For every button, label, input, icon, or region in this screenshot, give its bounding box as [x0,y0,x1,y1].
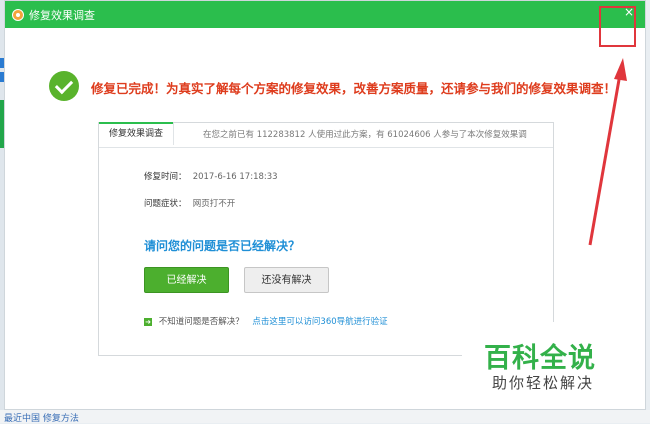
repair-time-row: 修复时间： 2017-6-16 17:18:33 [144,170,278,182]
background-window-bottom: 最近中国 修复方法 [0,410,650,424]
background-bottom-text: 最近中国 修复方法 [4,414,79,424]
verify-hint-text: 不知道问题是否解决？ [158,317,244,327]
dialog-title: 修复效果调查 [29,9,95,22]
verify-hint: ➜ 不知道问题是否解决？ 点击这里可以访问360导航进行验证 [144,315,388,327]
panel-header: 修复效果调查 在您之前已有 112283812 人使用过此方案，有 610246… [99,122,553,148]
tab-survey[interactable]: 修复效果调查 [99,122,175,145]
unsolved-button[interactable]: 还没有解决 [244,267,329,293]
dialog-titlebar: 修复效果调查 × [5,1,645,28]
verify-link[interactable]: 点击这里可以访问360导航进行验证 [252,317,387,327]
arrow-right-icon: ➜ [144,317,152,326]
checkmark-circle-icon [49,71,79,101]
symptom-row: 问题症状： 网页打不开 [144,197,235,209]
watermark: 百科全说 助你轻松解决 [462,322,625,396]
resolution-question: 请问您的问题是否已经解决？ [144,239,301,253]
watermark-subtitle: 助你轻松解决 [492,374,595,392]
app-logo-icon [12,9,24,21]
repair-time-label: 修复时间： [144,172,187,182]
repair-time-value: 2017-6-16 17:18:33 [192,172,278,182]
solved-button[interactable]: 已经解决 [144,267,229,293]
usage-stats: 在您之前已有 112283812 人使用过此方案，有 61024606 人参与了… [203,130,527,140]
completion-message: 修复已完成！为真实了解每个方案的修复效果，改善方案质量，还请参与我们的修复效果调… [91,81,617,96]
symptom-label: 问题症状： [144,199,187,209]
watermark-title: 百科全说 [484,343,596,374]
survey-panel: 修复效果调查 在您之前已有 112283812 人使用过此方案，有 610246… [98,122,554,356]
symptom-value: 网页打不开 [192,199,236,209]
annotation-highlight-box [599,6,636,47]
